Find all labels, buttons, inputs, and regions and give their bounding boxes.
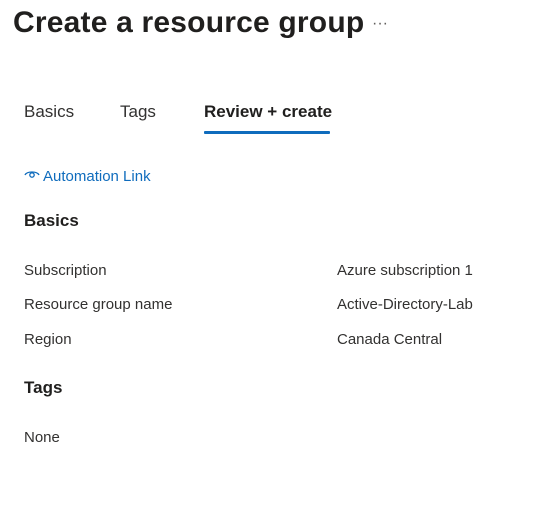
tags-heading: Tags bbox=[24, 378, 63, 397]
more-options-button[interactable]: ··· bbox=[370, 12, 390, 36]
active-tab-indicator bbox=[204, 131, 330, 134]
tags-value: None bbox=[24, 429, 60, 446]
basics-heading: Basics bbox=[24, 211, 79, 230]
automation-link-label: Automation Link bbox=[43, 168, 151, 185]
tab-basics[interactable]: Basics bbox=[24, 100, 74, 124]
region-label: Region bbox=[24, 331, 72, 348]
eye-icon bbox=[24, 168, 43, 185]
subscription-label: Subscription bbox=[24, 262, 107, 279]
resource-group-name-label: Resource group name bbox=[24, 296, 173, 313]
region-value: Canada Central bbox=[337, 331, 443, 348]
tab-tags[interactable]: Tags bbox=[120, 100, 156, 124]
page-title: Create a resource group bbox=[13, 6, 365, 39]
resource-group-name-value: Active-Directory-Lab bbox=[337, 296, 473, 313]
automation-link[interactable]: Automation Link bbox=[24, 168, 151, 185]
tab-review-create[interactable]: Review + create bbox=[204, 100, 332, 124]
subscription-value: Azure subscription 1 bbox=[337, 262, 473, 279]
